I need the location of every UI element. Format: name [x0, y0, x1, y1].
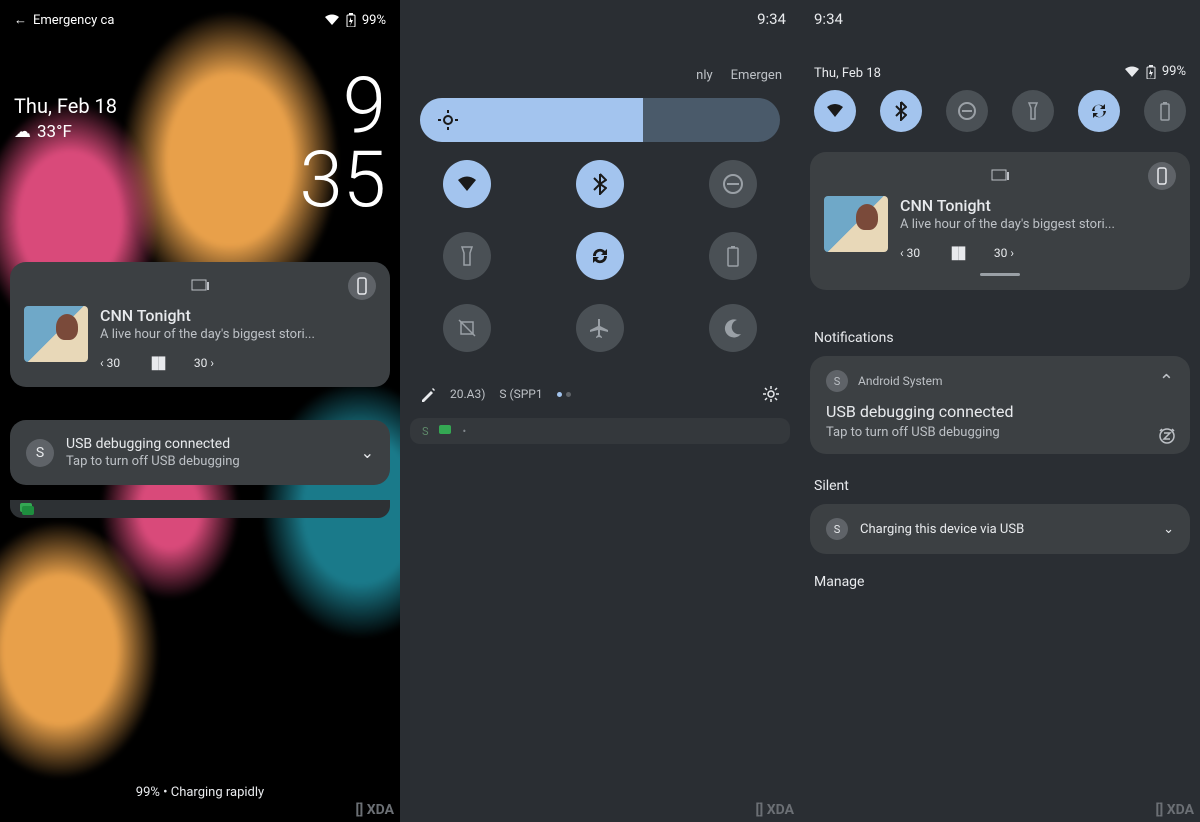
media-title: CNN Tonight: [100, 306, 376, 325]
cloud-icon: ☁: [14, 122, 31, 142]
expand-chevron-icon[interactable]: ⌄: [361, 443, 374, 462]
cast-icon: [191, 279, 209, 293]
media-notification[interactable]: CNN Tonight A live hour of the day's big…: [810, 152, 1190, 290]
rewind-button[interactable]: ‹ 30: [100, 356, 120, 370]
flashlight-tile[interactable]: [1012, 90, 1054, 132]
wifi-tile[interactable]: [443, 160, 491, 208]
silent-notification[interactable]: S Charging this device via USB ⌄: [810, 504, 1190, 554]
build-label-2: S (SPP1: [499, 387, 542, 401]
collapse-chevron-icon[interactable]: ⌃: [1159, 371, 1174, 392]
watermark: [] XDA: [756, 802, 794, 818]
settings-icon[interactable]: [762, 385, 780, 403]
collapsed-notif-bar[interactable]: [10, 500, 390, 518]
rewind-button[interactable]: ‹ 30: [900, 246, 920, 260]
shade-date: Thu, Feb 18: [814, 66, 881, 81]
android-system-icon: S: [26, 439, 54, 467]
brightness-slider[interactable]: [420, 98, 780, 142]
collapsed-notif-bar[interactable]: S •: [410, 418, 790, 444]
date-weather: Thu, Feb 18 ☁ 33°F: [14, 94, 117, 142]
dnd-tile[interactable]: [946, 90, 988, 132]
airplane-tile[interactable]: [576, 304, 624, 352]
media-thumbnail: [824, 196, 888, 252]
rotate-tile[interactable]: [576, 232, 624, 280]
status-time: 9:34: [757, 10, 786, 28]
android-system-icon: S: [422, 425, 429, 438]
watermark: [] XDA: [1156, 802, 1194, 818]
notifications-label: Notifications: [814, 330, 1190, 346]
battery-saver-tile[interactable]: [709, 232, 757, 280]
expand-chevron-icon[interactable]: ⌄: [1163, 522, 1174, 537]
notif-title: USB debugging connected: [826, 402, 1174, 421]
wifi-tile[interactable]: [814, 90, 856, 132]
flashlight-tile[interactable]: [443, 232, 491, 280]
watermark: [] XDA: [356, 802, 394, 818]
output-chip[interactable]: [348, 272, 376, 300]
battery-percent: 99%: [362, 13, 386, 28]
carrier-left: nly: [696, 68, 713, 83]
wifi-icon: [1124, 66, 1140, 78]
snooze-icon[interactable]: [1158, 426, 1176, 444]
messages-icon: [439, 425, 453, 437]
build-label-1: 20.A3): [450, 387, 485, 401]
media-subtitle: A live hour of the day's biggest stori..…: [900, 217, 1176, 232]
battery-percent: 99%: [1162, 64, 1186, 79]
forward-button[interactable]: 30 ›: [994, 246, 1014, 260]
charging-status: 99% • Charging rapidly: [0, 785, 400, 800]
media-title: CNN Tonight: [900, 196, 1176, 215]
wifi-icon: [324, 14, 340, 26]
battery-charging-icon: [1146, 65, 1156, 79]
manage-button[interactable]: Manage: [814, 574, 1190, 590]
back-icon: ←: [14, 12, 27, 28]
android-system-icon: S: [826, 518, 848, 540]
lockscreen-temp: 33°F: [37, 122, 72, 142]
edit-icon[interactable]: [420, 386, 436, 402]
forward-button[interactable]: 30 ›: [194, 356, 214, 370]
notif-title: USB debugging connected: [66, 436, 240, 452]
lockscreen-clock: 9 35: [299, 70, 386, 218]
pause-button[interactable]: ▮▮: [150, 352, 164, 373]
dnd-tile[interactable]: [709, 160, 757, 208]
page-indicator: [557, 392, 571, 397]
pause-button[interactable]: ▮▮: [950, 242, 964, 263]
night-tile[interactable]: [709, 304, 757, 352]
notif-app-label: Android System: [858, 374, 943, 388]
notification-shade-panel: 9:34 Thu, Feb 18 99% CNN Tonight A live …: [800, 0, 1200, 822]
android-system-icon: S: [826, 370, 848, 392]
silent-label: Silent: [814, 478, 1190, 494]
notif-subtitle: Tap to turn off USB debugging: [66, 454, 240, 469]
status-bar: ← Emergency ca 99%: [0, 8, 400, 32]
lockscreen-panel: ← Emergency ca 99% Thu, Feb 18 ☁ 33°F 9 3…: [0, 0, 400, 822]
messages-icon: [20, 503, 34, 515]
brightness-icon: [438, 110, 458, 130]
battery-saver-tile[interactable]: [1144, 90, 1186, 132]
silent-text: Charging this device via USB: [860, 522, 1024, 537]
lockscreen-date: Thu, Feb 18: [14, 94, 117, 118]
battery-charging-icon: [346, 13, 356, 27]
notif-subtitle: Tap to turn off USB debugging: [826, 425, 1174, 440]
bluetooth-tile[interactable]: [880, 90, 922, 132]
usb-notification[interactable]: S Android System ⌃ USB debugging connect…: [810, 356, 1190, 454]
media-notification[interactable]: CNN Tonight A live hour of the day's big…: [10, 262, 390, 387]
data-saver-tile[interactable]: [443, 304, 491, 352]
drag-handle[interactable]: [980, 273, 1020, 276]
media-thumbnail: [24, 306, 88, 362]
cast-icon: [991, 169, 1009, 183]
usb-notification[interactable]: S USB debugging connected Tap to turn of…: [10, 420, 390, 485]
media-subtitle: A live hour of the day's biggest stori..…: [100, 327, 376, 342]
status-time: 9:34: [814, 10, 843, 28]
output-chip[interactable]: [1148, 162, 1176, 190]
bluetooth-tile[interactable]: [576, 160, 624, 208]
rotate-tile[interactable]: [1078, 90, 1120, 132]
emergency-label: Emergency ca: [33, 13, 114, 28]
quick-settings-panel: 9:34 nly Emergen 20.A3) S (SPP1 S • [] X…: [400, 0, 800, 822]
carrier-right: Emergen: [731, 68, 782, 83]
